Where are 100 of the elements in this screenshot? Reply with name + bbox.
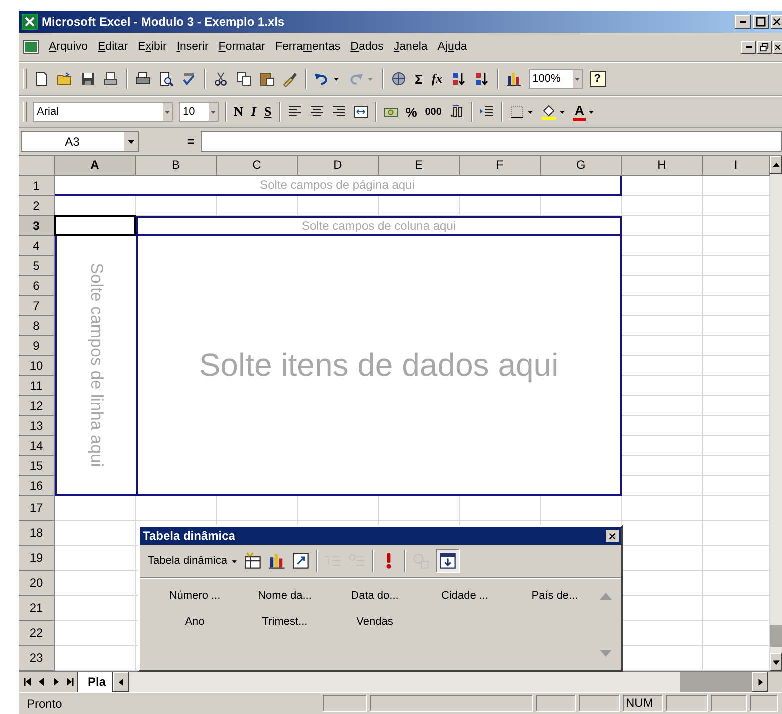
row-header[interactable]: 22 [19, 621, 55, 646]
close-button[interactable] [773, 40, 782, 54]
field-item[interactable]: Trimest... [240, 616, 330, 628]
field-item[interactable]: Número ... [150, 590, 240, 602]
menu-item[interactable]: Ferramentas [275, 41, 341, 53]
magnifier-page-icon[interactable] [158, 71, 174, 87]
sort-ascending-icon[interactable] [450, 71, 467, 87]
row-header[interactable]: 2 [19, 196, 55, 216]
name-box[interactable]: A3 [21, 131, 139, 152]
vertical-scrollbar[interactable] [770, 156, 782, 671]
row-header[interactable]: 23 [19, 646, 55, 671]
field-item[interactable]: Vendas [330, 616, 420, 628]
row-header[interactable]: 18 [19, 521, 55, 546]
row-header[interactable]: 11 [19, 376, 55, 396]
field-item[interactable]: Nome da... [240, 590, 330, 602]
sheet-cell[interactable] [55, 621, 136, 646]
sort-descending-icon[interactable] [474, 71, 490, 87]
menu-item[interactable]: Editar [98, 41, 128, 53]
scroll-up-button[interactable] [770, 156, 782, 174]
row-header[interactable]: 6 [19, 276, 55, 296]
row-header[interactable]: 3 [19, 216, 55, 236]
column-header[interactable]: B [136, 156, 217, 176]
bar-chart-icon[interactable] [506, 71, 522, 87]
report-format-icon[interactable] [244, 552, 262, 570]
column-header[interactable]: E [379, 156, 460, 176]
scroll-up-icon[interactable] [600, 592, 612, 600]
sheet-cell[interactable] [55, 646, 136, 671]
paintbrush-icon[interactable] [282, 71, 298, 87]
menu-item[interactable]: Janela [394, 41, 428, 53]
column-header[interactable]: D [298, 156, 379, 176]
function-button[interactable]: fx [430, 71, 444, 87]
underline-button[interactable]: S [263, 104, 273, 120]
percent-button[interactable]: % [404, 104, 418, 120]
row-header[interactable]: 19 [19, 546, 55, 571]
scroll-left-button[interactable] [113, 672, 130, 692]
equals-button[interactable]: = [187, 134, 195, 149]
row-header[interactable]: 16 [19, 476, 55, 496]
scroll-down-icon[interactable] [600, 650, 612, 658]
field-item[interactable]: Data do... [330, 590, 420, 602]
column-header[interactable]: I [703, 156, 770, 176]
sheet-cell[interactable] [55, 521, 136, 546]
field-item[interactable]: Ano [150, 616, 240, 628]
row-header[interactable]: 14 [19, 436, 55, 456]
folder-icon[interactable] [57, 71, 73, 87]
row-header[interactable]: 12 [19, 396, 55, 416]
dropdown-button[interactable] [123, 132, 138, 151]
sheet-cell[interactable] [622, 496, 703, 521]
copy-icon[interactable] [236, 71, 252, 87]
help-button[interactable]: ? [590, 71, 606, 87]
sheet-cell[interactable] [55, 571, 136, 596]
minimize-button[interactable] [735, 15, 751, 29]
menu-item[interactable]: Inserir [176, 41, 209, 53]
restore-button[interactable] [757, 40, 772, 54]
field-list-button[interactable] [436, 549, 460, 573]
menu-item[interactable]: Ajuda [438, 41, 468, 53]
maximize-button[interactable] [753, 15, 769, 29]
row-header[interactable]: 1 [19, 176, 55, 196]
scroll-right-button[interactable] [752, 672, 768, 692]
close-button[interactable] [606, 530, 619, 542]
scissors-icon[interactable] [213, 71, 229, 87]
bold-button[interactable]: N [233, 104, 244, 120]
autosum-button[interactable]: Σ [414, 72, 424, 86]
borders-icon[interactable] [508, 104, 525, 120]
column-header[interactable]: C [217, 156, 298, 176]
field-item[interactable]: Cidade ... [420, 590, 510, 602]
row-header[interactable]: 21 [19, 596, 55, 621]
row-header[interactable]: 15 [19, 456, 55, 476]
row-header[interactable]: 8 [19, 316, 55, 336]
formula-field[interactable] [201, 131, 782, 152]
row-header[interactable]: 10 [19, 356, 55, 376]
row-header[interactable]: 7 [19, 296, 55, 316]
sheet-tab[interactable]: Pla [77, 672, 114, 692]
sheet-cell[interactable] [55, 596, 136, 621]
scroll-thumb[interactable] [680, 672, 752, 692]
row-header[interactable]: 5 [19, 256, 55, 276]
font-field[interactable]: Arial [33, 102, 173, 122]
font-color-button[interactable]: A [572, 104, 586, 120]
increase-decimal-icon[interactable] [448, 104, 465, 120]
menu-item[interactable]: Exibir [138, 41, 167, 53]
fill-bucket-icon[interactable] [540, 104, 557, 120]
scroll-thumb[interactable] [770, 625, 782, 647]
wizard-icon[interactable] [292, 552, 310, 570]
row-header[interactable]: 17 [19, 496, 55, 521]
row-header[interactable]: 9 [19, 336, 55, 356]
globe-icon[interactable] [391, 71, 407, 87]
thousands-button[interactable]: 000 [424, 106, 443, 118]
selected-cell[interactable] [54, 215, 136, 236]
menu-item[interactable]: Formatar [218, 41, 266, 53]
clipboard-icon[interactable] [259, 71, 275, 87]
row-header[interactable]: 20 [19, 571, 55, 596]
menu-item[interactable]: Dados [350, 41, 384, 53]
scroll-down-button[interactable] [770, 653, 782, 671]
column-header[interactable]: A [55, 156, 136, 176]
bar-chart-icon[interactable] [268, 552, 286, 570]
pivot-table-menu[interactable]: Tabela dinâmica [148, 555, 238, 567]
printer-icon[interactable] [135, 71, 151, 87]
menu-item[interactable]: Arquivo [49, 41, 88, 53]
workbook-icon[interactable] [23, 39, 39, 55]
page-stack-icon[interactable] [103, 71, 119, 87]
italic-button[interactable]: I [250, 104, 258, 120]
